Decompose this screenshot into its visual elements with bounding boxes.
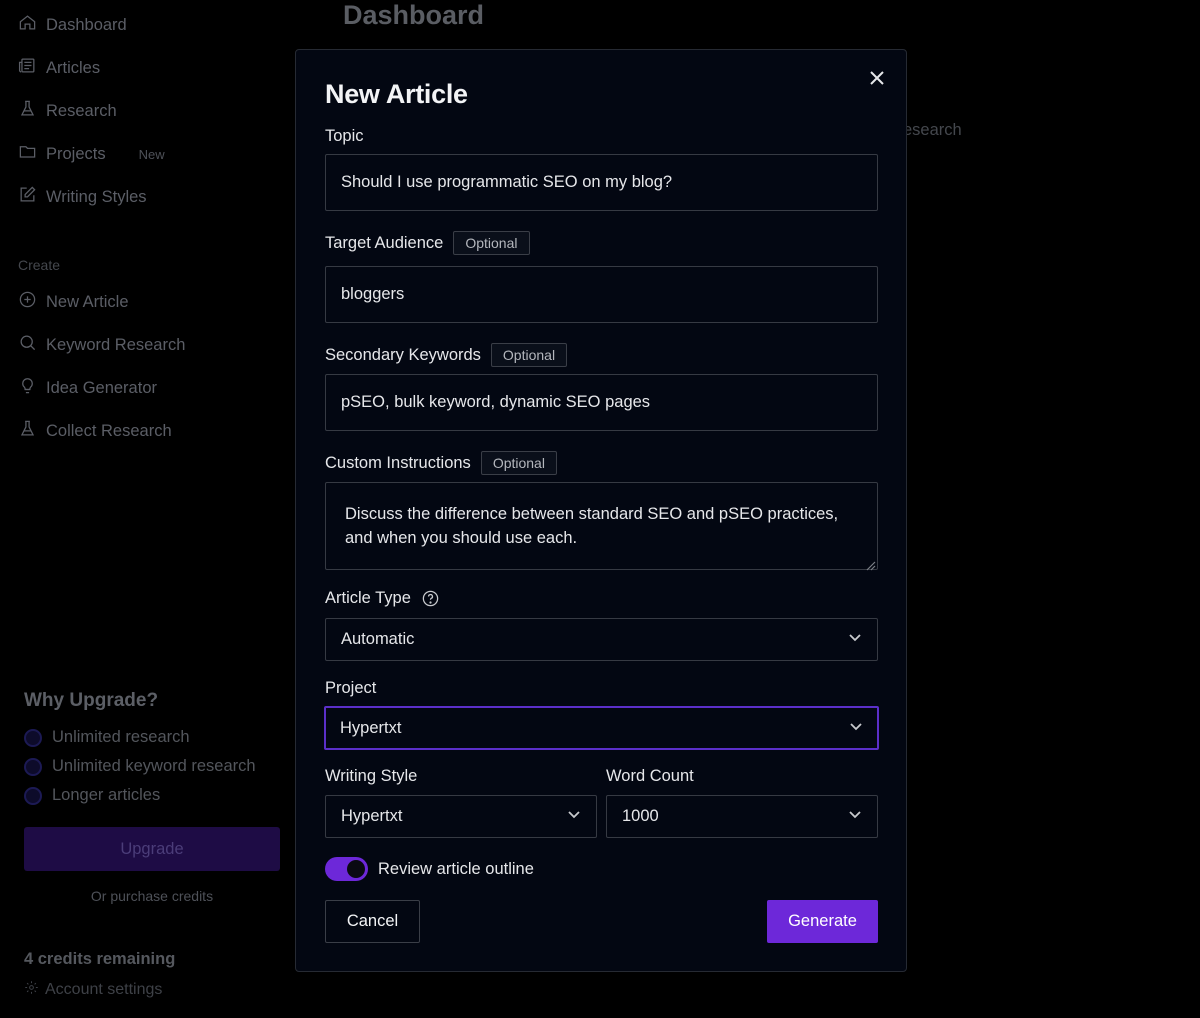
help-circle-icon[interactable] xyxy=(421,589,440,608)
topic-input[interactable] xyxy=(325,154,878,211)
writing-style-label-text: Writing Style xyxy=(325,767,418,785)
secondary-keywords-input[interactable] xyxy=(325,374,878,431)
pencil-square-icon xyxy=(18,185,37,209)
sidebar-item-label: Articles xyxy=(46,58,101,77)
sidebar: Dashboard Articles Research Projects New… xyxy=(0,0,300,1018)
target-audience-input[interactable] xyxy=(325,266,878,323)
upgrade-title: Why Upgrade? xyxy=(24,690,159,711)
cancel-button[interactable]: Cancel xyxy=(325,900,420,943)
word-count-select[interactable]: 1000 xyxy=(606,795,878,838)
upgrade-panel: Why Upgrade? Unlimited research Unlimite… xyxy=(24,690,280,904)
sidebar-item-label: Idea Generator xyxy=(46,378,157,397)
app-root: Dashboard Articles Research Projects New… xyxy=(0,0,1200,1018)
purchase-credits-link[interactable]: Or purchase credits xyxy=(24,888,280,904)
sidebar-item-label: Writing Styles xyxy=(46,187,147,206)
benefit-item: Unlimited research xyxy=(24,723,280,752)
benefit-label: Unlimited research xyxy=(52,728,190,746)
generate-button[interactable]: Generate xyxy=(767,900,878,943)
sidebar-item-idea-generator[interactable]: Idea Generator xyxy=(18,373,157,403)
new-article-modal: New Article Topic Target Audience Option… xyxy=(295,49,907,972)
topic-label: Topic xyxy=(325,127,364,146)
writing-style-select[interactable]: Hypertxt xyxy=(325,795,597,838)
sidebar-item-dashboard[interactable]: Dashboard xyxy=(18,10,127,40)
close-button[interactable] xyxy=(867,70,887,90)
page-title: Dashboard xyxy=(343,0,485,30)
flask-icon xyxy=(18,419,37,443)
article-type-label-text: Article Type xyxy=(325,589,411,607)
chevron-down-icon xyxy=(849,719,863,738)
article-type-label: Article Type xyxy=(325,589,440,608)
optional-badge: Optional xyxy=(490,343,568,367)
target-audience-label: Target Audience Optional xyxy=(325,231,530,255)
benefit-item: Unlimited keyword research xyxy=(24,752,280,781)
benefit-label: Unlimited keyword research xyxy=(52,757,256,775)
chevron-down-icon xyxy=(848,630,862,649)
resize-handle-icon[interactable] xyxy=(866,558,876,571)
project-value: Hypertxt xyxy=(340,718,402,737)
review-outline-row: Review article outline xyxy=(325,857,534,881)
lightbulb-icon xyxy=(18,376,37,400)
create-section-label: Create xyxy=(18,257,61,273)
check-circle-icon xyxy=(24,728,42,747)
custom-instructions-label-text: Custom Instructions xyxy=(325,453,471,472)
optional-badge: Optional xyxy=(480,451,557,475)
benefit-label: Longer articles xyxy=(52,786,161,804)
flask-icon xyxy=(18,99,37,123)
sidebar-item-label: Dashboard xyxy=(46,15,127,34)
credits-remaining: 4 credits remaining xyxy=(24,950,176,968)
project-label: Project xyxy=(325,679,376,698)
sidebar-item-articles[interactable]: Articles xyxy=(18,53,100,83)
target-audience-label-text: Target Audience xyxy=(325,233,444,252)
custom-instructions-label: Custom Instructions Optional xyxy=(325,451,557,475)
review-outline-label: Review article outline xyxy=(378,859,534,878)
folder-icon xyxy=(18,142,37,166)
upgrade-button[interactable]: Upgrade xyxy=(24,827,280,871)
modal-title: New Article xyxy=(325,79,468,109)
writing-style-label: Writing Style xyxy=(325,767,417,786)
sidebar-item-label: Collect Research xyxy=(46,421,172,440)
background-research-text: esearch xyxy=(903,121,962,139)
sidebar-item-keyword-research[interactable]: Keyword Research xyxy=(18,330,185,360)
custom-instructions-textarea[interactable]: Discuss the difference between standard … xyxy=(325,482,878,570)
newspaper-icon xyxy=(18,56,37,80)
chevron-down-icon xyxy=(567,807,581,826)
close-icon xyxy=(870,70,884,90)
search-icon xyxy=(18,333,37,357)
check-circle-icon xyxy=(24,757,42,776)
gear-icon xyxy=(24,980,39,1000)
secondary-keywords-label: Secondary Keywords Optional xyxy=(325,343,568,367)
sidebar-item-label: Projects xyxy=(46,144,106,163)
writing-style-value: Hypertxt xyxy=(341,807,403,825)
article-type-value: Automatic xyxy=(341,630,415,648)
word-count-value: 1000 xyxy=(622,807,659,825)
check-circle-icon xyxy=(24,786,42,805)
toggle-knob xyxy=(347,860,365,878)
article-type-select[interactable]: Automatic xyxy=(325,618,878,661)
new-badge: New xyxy=(138,146,165,162)
home-icon xyxy=(18,13,37,37)
project-select[interactable]: Hypertxt xyxy=(324,706,879,750)
sidebar-item-research[interactable]: Research xyxy=(18,96,117,126)
word-count-label-text: Word Count xyxy=(606,767,694,785)
chevron-down-icon xyxy=(848,807,862,826)
sidebar-item-label: Keyword Research xyxy=(46,335,186,354)
benefit-item: Longer articles xyxy=(24,781,280,810)
word-count-label: Word Count xyxy=(606,767,694,786)
topic-label-text: Topic xyxy=(325,127,364,145)
account-settings-label: Account settings xyxy=(45,981,163,998)
sidebar-item-writing-styles[interactable]: Writing Styles xyxy=(18,182,147,212)
secondary-keywords-label-text: Secondary Keywords xyxy=(325,345,481,364)
review-outline-toggle[interactable] xyxy=(325,857,368,881)
plus-circle-icon xyxy=(18,290,37,314)
sidebar-item-collect-research[interactable]: Collect Research xyxy=(18,416,172,446)
account-settings-link[interactable]: Account settings xyxy=(24,980,162,1000)
sidebar-item-label: New Article xyxy=(46,292,129,311)
sidebar-item-label: Research xyxy=(46,101,117,120)
sidebar-item-projects[interactable]: Projects New xyxy=(18,139,165,169)
project-label-text: Project xyxy=(325,679,377,697)
optional-badge: Optional xyxy=(453,231,530,255)
sidebar-item-new-article[interactable]: New Article xyxy=(18,287,129,317)
